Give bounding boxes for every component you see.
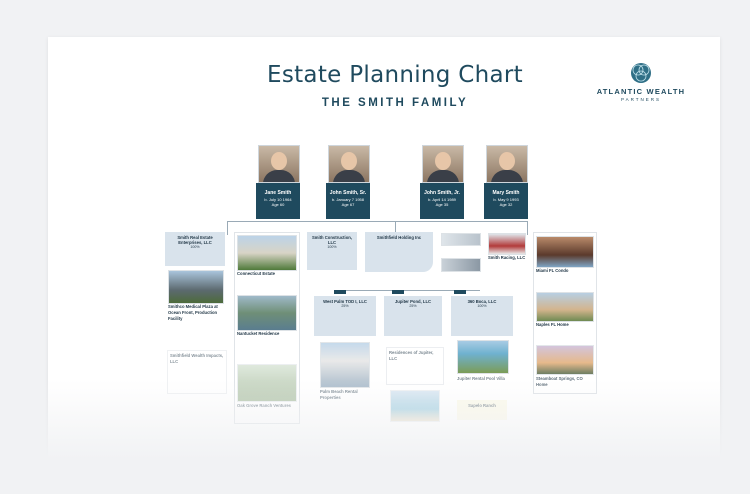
ownership-tag	[392, 290, 404, 294]
vehicle-image	[441, 258, 481, 272]
family-member-card: John Smith, Sr. b. January 7 1958 Age 67	[326, 183, 370, 219]
property-image	[457, 340, 509, 374]
family-photo	[422, 145, 464, 183]
family-photo	[258, 145, 300, 183]
logo-line2: PARTNERS	[620, 97, 662, 102]
property-label: Connecticut Estate	[237, 271, 275, 276]
vehicle-image	[488, 233, 526, 255]
property-image	[237, 235, 297, 271]
property-label: Steamboat Springs, CO Home	[536, 376, 583, 387]
entity-360-boca: 360 Boca, LLC 100%	[451, 296, 513, 336]
property-label: Naples FL Home	[536, 322, 569, 327]
property-image	[237, 364, 297, 402]
property-image	[536, 236, 594, 268]
family-member-card: Jane Smith b. July 10 1964 Age 60	[256, 183, 300, 219]
entity-smithfield-holding: Smithfield Holding Inc	[365, 232, 433, 272]
property-label: Jupiter Rental Pool Villa	[457, 376, 505, 381]
entity-smith-construction: Smith Construction, LLC 100%	[307, 232, 357, 270]
company-logo: ATLANTIC WEALTH PARTNERS	[596, 62, 686, 102]
property-image	[536, 345, 594, 375]
family-photo	[328, 145, 370, 183]
property-image	[390, 390, 440, 422]
property-image	[320, 342, 370, 388]
property-label: Oak Grove Ranch Ventures	[237, 403, 291, 408]
family-connector-line	[227, 221, 527, 222]
property-image	[536, 292, 594, 322]
property-label: Palm Beach Rental Properties	[320, 389, 358, 400]
vehicle-image	[441, 233, 481, 246]
logo-line1: ATLANTIC WEALTH	[596, 87, 686, 96]
ownership-tag	[334, 290, 346, 294]
entity-smith-real-estate: Smith Real Estate Enterprises, LLC 100%	[165, 232, 225, 266]
family-member-card: Mary Smith b. May 9 1993 Age 32	[484, 183, 528, 219]
page-subtitle: THE SMITH FAMILY	[321, 97, 469, 109]
property-note: Sapelo Ranch	[457, 400, 507, 420]
ownership-tag	[454, 290, 466, 294]
property-image	[237, 295, 297, 331]
entity-residences-jupiter-label: Residences of Jupiter, LLC	[389, 350, 434, 361]
family-photo	[486, 145, 528, 183]
property-label: Nantucket Residence	[237, 331, 280, 336]
connector-right	[527, 221, 528, 235]
entity-jupiter-pond: Jupiter Pond, LLC 25%	[384, 296, 442, 336]
entity-smith-racing: Smith Racing, LLC	[488, 255, 526, 260]
connector-left	[227, 221, 228, 235]
entity-smithfield-wealth-label: Smithfield Wealth Impacts, LLC	[170, 353, 224, 364]
property-label: Smithco Medical Plaza at Ocean Front, Pr…	[168, 304, 218, 321]
family-member-card: John Smith, Jr. b. April 14 1989 Age 35	[420, 183, 464, 219]
page-title: Estate Planning Chart	[267, 62, 523, 88]
property-label: Miami FL Condo	[536, 268, 569, 273]
entity-west-palm: West Palm TOD I, LLC 25%	[314, 296, 376, 336]
logo-mark-icon	[631, 63, 651, 83]
property-image	[168, 270, 224, 304]
